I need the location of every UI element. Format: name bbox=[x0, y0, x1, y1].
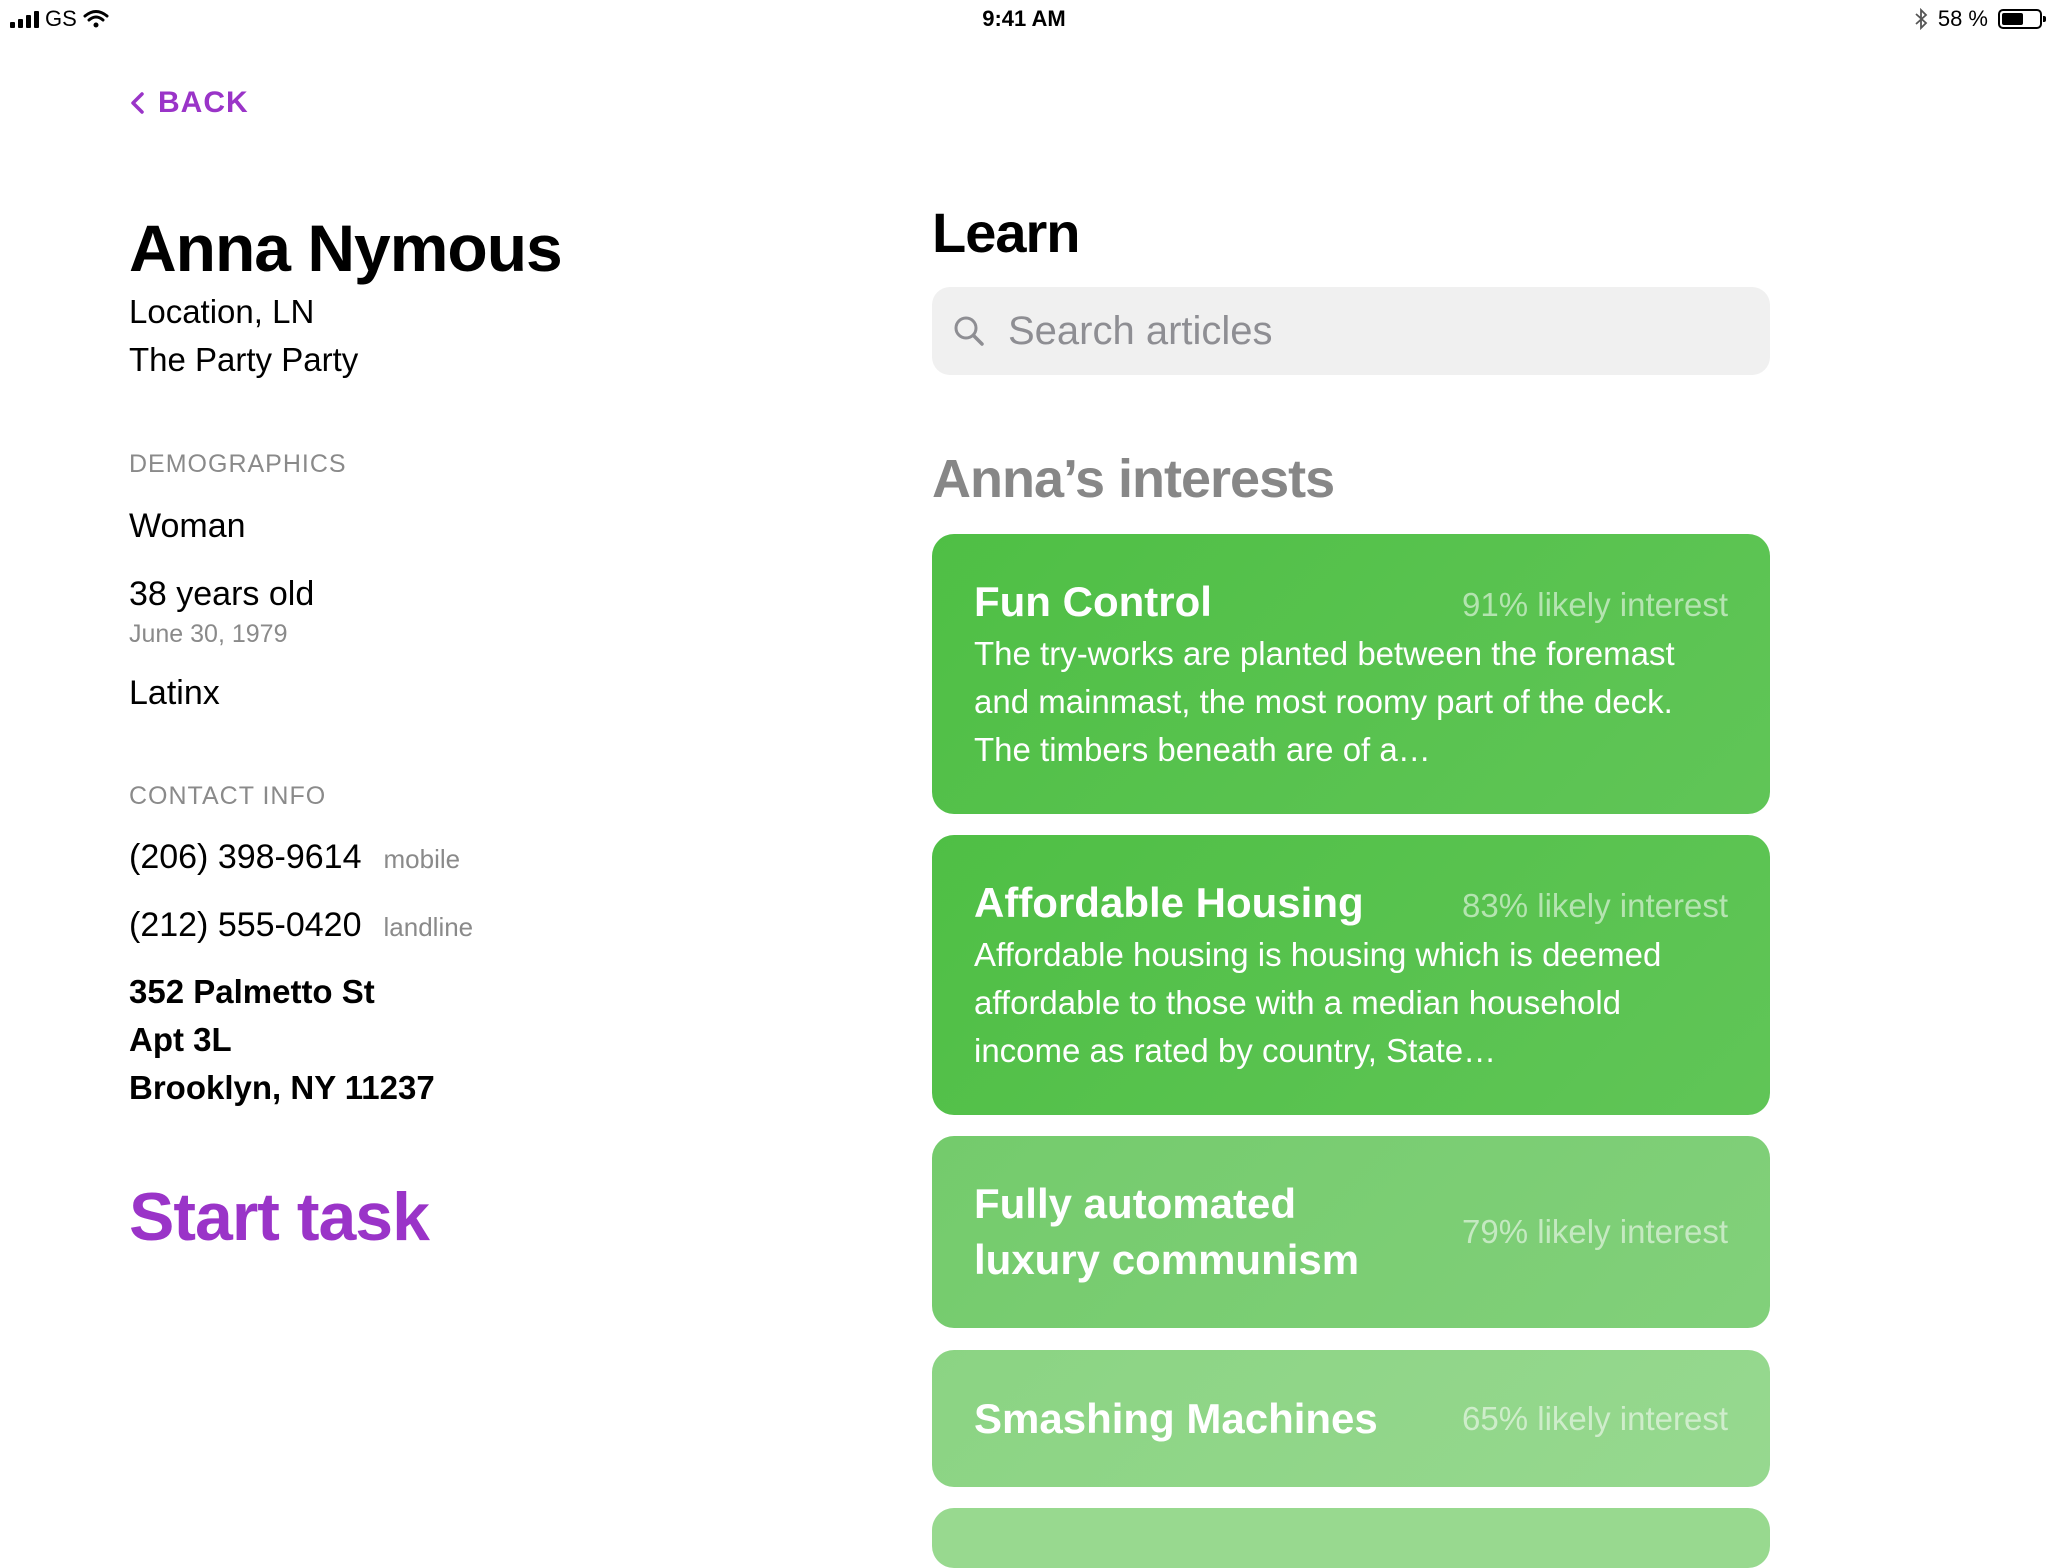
search-input[interactable] bbox=[1006, 307, 1710, 355]
status-bar: GS 9:41 AM 58 % bbox=[0, 0, 2048, 40]
phone-row[interactable]: (206) 398-9614 mobile bbox=[129, 838, 460, 877]
interest-card[interactable]: Fun Control 91% likely interest The try-… bbox=[932, 534, 1770, 814]
battery-icon bbox=[1998, 9, 2046, 29]
address-line: Apt 3L bbox=[129, 1021, 232, 1058]
interest-summary: Affordable housing is housing which is d… bbox=[974, 936, 1662, 1069]
interest-title: Fully automated luxury communism bbox=[974, 1180, 1360, 1283]
search-icon bbox=[954, 316, 984, 346]
start-task-button[interactable]: Start task bbox=[129, 1178, 430, 1256]
interest-card-partial[interactable] bbox=[932, 1508, 1770, 1568]
phone-number[interactable]: (212) 555-0420 bbox=[129, 906, 362, 945]
profile-location: Location, LN bbox=[129, 293, 315, 330]
phone-type: landline bbox=[383, 912, 474, 942]
demographics-header: DEMOGRAPHICS bbox=[129, 450, 347, 478]
ethnicity-value: Latinx bbox=[129, 674, 220, 712]
interest-card[interactable]: Smashing Machines 65% likely interest bbox=[932, 1350, 1770, 1487]
age-value: 38 years old bbox=[129, 575, 315, 613]
back-label: BACK bbox=[158, 86, 249, 119]
interest-card[interactable]: Fully automated luxury communism 79% lik… bbox=[932, 1136, 1770, 1328]
interest-likelihood: 83% likely interest bbox=[1462, 887, 1728, 924]
phone-number[interactable]: (206) 398-9614 bbox=[129, 838, 362, 877]
interest-likelihood: 65% likely interest bbox=[1462, 1399, 1728, 1437]
bluetooth-icon bbox=[1915, 8, 1928, 30]
interest-likelihood: 91% likely interest bbox=[1462, 586, 1728, 623]
learn-title: Learn bbox=[932, 201, 1080, 264]
interest-summary: The try-works are planted between the fo… bbox=[974, 635, 1675, 768]
address-line: 352 Palmetto St bbox=[129, 973, 375, 1010]
search-bar[interactable] bbox=[932, 287, 1770, 375]
interest-card[interactable]: Affordable Housing 83% likely interest A… bbox=[932, 835, 1770, 1115]
interest-title: Smashing Machines bbox=[974, 1394, 1378, 1442]
chevron-left-icon bbox=[131, 92, 144, 114]
contact-header: CONTACT INFO bbox=[129, 782, 327, 810]
gender-value: Woman bbox=[129, 507, 246, 545]
interest-title: Affordable Housing bbox=[974, 879, 1364, 926]
profile-name: Anna Nymous bbox=[129, 211, 563, 285]
back-button[interactable]: BACK bbox=[130, 86, 249, 120]
profile-party: The Party Party bbox=[129, 341, 359, 378]
birthdate-value: June 30, 1979 bbox=[129, 620, 288, 648]
interest-title: Fun Control bbox=[974, 578, 1212, 625]
address-block: 352 Palmetto St Apt 3L Brooklyn, NY 1123… bbox=[129, 968, 435, 1112]
status-right: 58 % bbox=[1914, 6, 2046, 32]
status-time: 9:41 AM bbox=[982, 6, 1066, 31]
interest-likelihood: 79% likely interest bbox=[1462, 1213, 1728, 1250]
phone-row[interactable]: (212) 555-0420 landline bbox=[129, 906, 473, 945]
interests-title: Anna’s interests bbox=[932, 449, 1335, 509]
phone-type: mobile bbox=[383, 844, 461, 874]
battery-percent: 58 % bbox=[1937, 6, 1988, 31]
address-line: Brooklyn, NY 11237 bbox=[129, 1069, 435, 1106]
